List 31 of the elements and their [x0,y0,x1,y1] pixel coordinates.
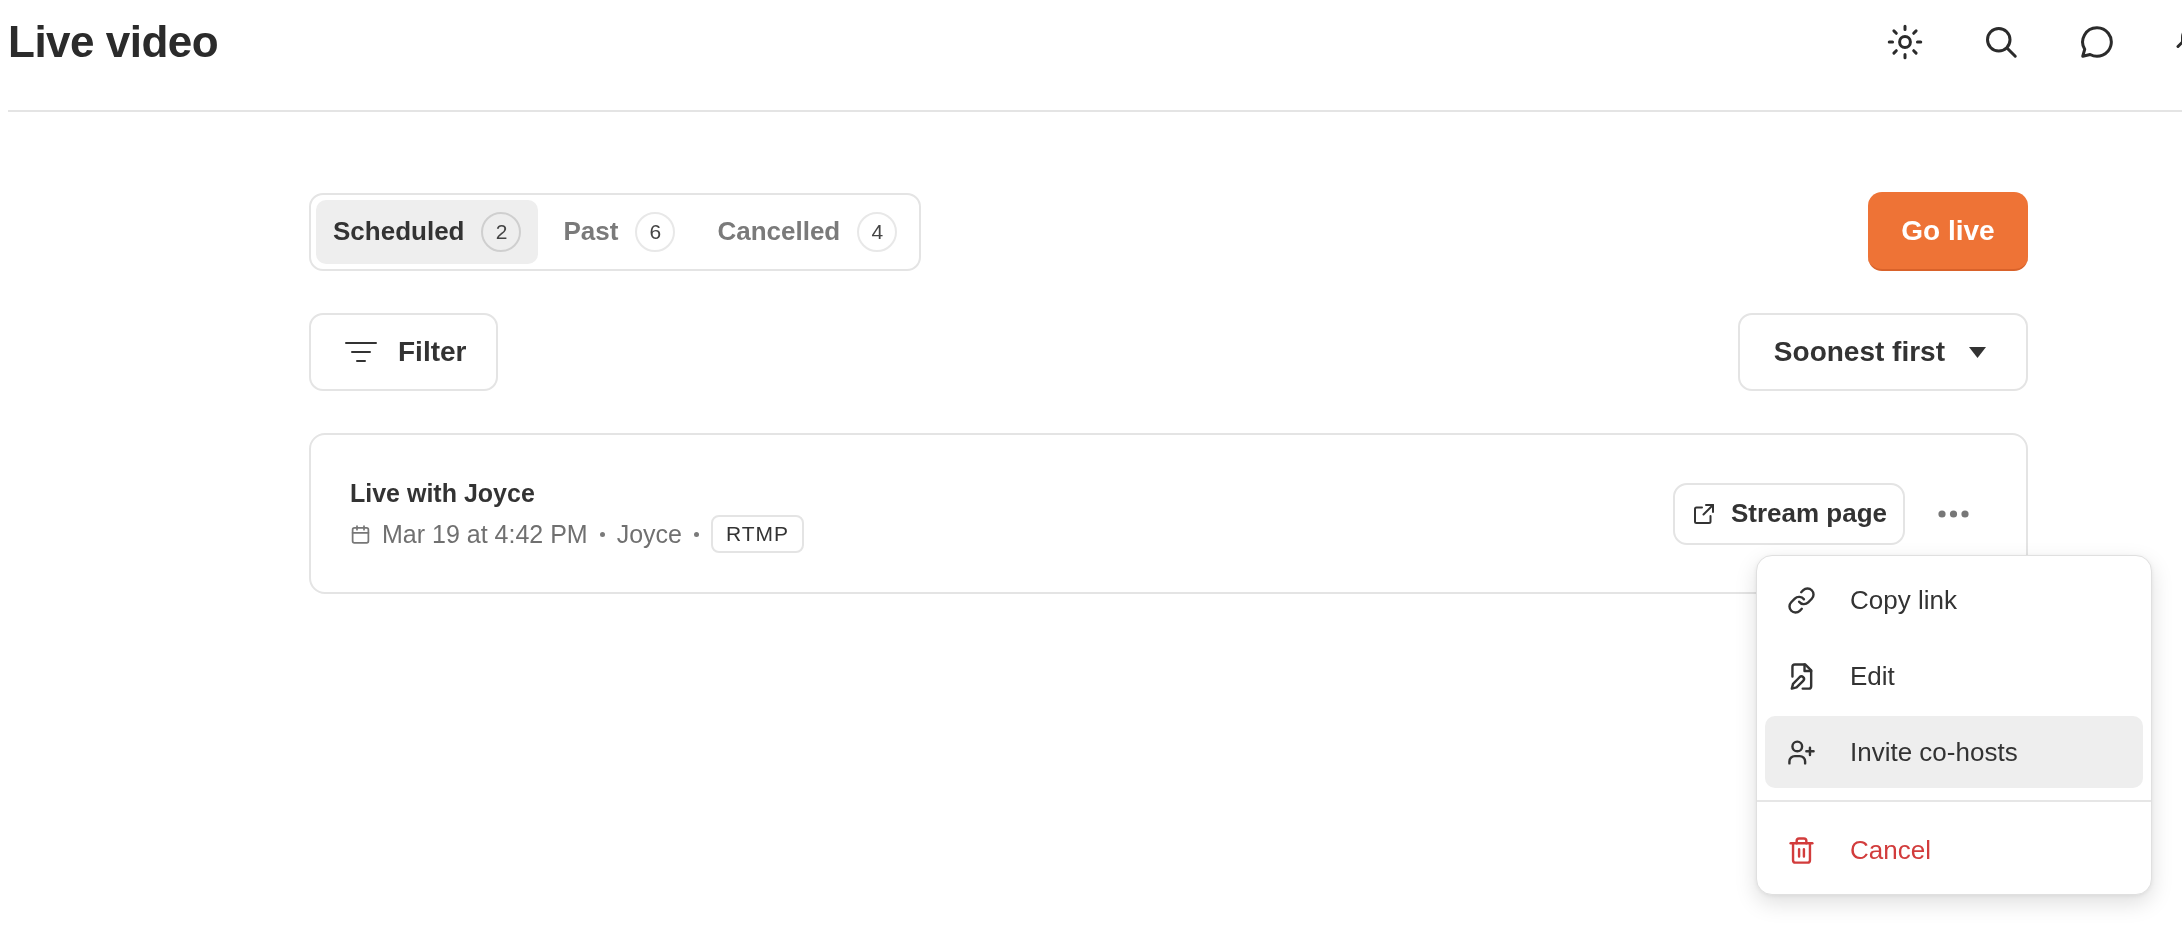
filter-button[interactable]: Filter [309,313,499,391]
tab-count: 4 [857,211,898,252]
tab[interactable]: Cancelled 4 [700,199,915,264]
sort-dropdown[interactable]: Soonest first [1737,313,2028,391]
caret-icon [1969,346,1986,358]
tab[interactable]: Past 6 [546,199,693,264]
protocol-tag: RTMP [710,515,805,553]
menu-item[interactable]: Edit [1765,640,2143,712]
chat-bubble-icon[interactable] [2079,24,2115,60]
dot-separator-icon [693,531,699,537]
menu-item[interactable]: Invite co-hosts [1765,716,2143,788]
stream-page-button[interactable]: Stream page [1672,482,1905,545]
menu-item[interactable]: Cancel [1765,814,2143,886]
external-link-icon [1691,501,1716,526]
search-icon[interactable] [1983,24,2019,60]
host-name: Joyce [616,519,682,549]
stream-date: Mar 19 at 4:42 PM [382,519,588,549]
sun-icon[interactable] [1887,24,1923,60]
link-icon [1787,585,1816,615]
trash-icon [1787,835,1816,865]
user-plus-icon [1787,737,1816,767]
tab[interactable]: Scheduled 2 [316,199,539,264]
filter-icon [344,340,378,364]
calendar-icon [350,523,371,545]
stream-title: Live with Joyce [350,478,535,509]
page-title: Live video [8,20,219,64]
ellipsis-icon [1937,509,1969,518]
tab-count: 6 [635,211,676,252]
dot-separator-icon [599,531,605,537]
menu-item[interactable]: Copy link [1765,564,2143,636]
tab-count: 2 [481,211,522,252]
